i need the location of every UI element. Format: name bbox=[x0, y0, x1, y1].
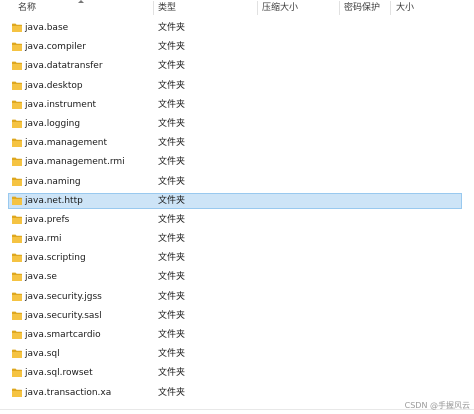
file-row[interactable]: java.rmi 文件夹 bbox=[0, 230, 474, 249]
column-header-compressed-size[interactable]: 压缩大小 bbox=[262, 0, 298, 16]
folder-icon bbox=[12, 215, 22, 224]
folder-icon bbox=[12, 100, 22, 109]
folder-icon bbox=[12, 119, 22, 128]
column-divider[interactable] bbox=[390, 1, 391, 15]
sort-arrow-icon bbox=[78, 0, 84, 3]
file-row[interactable]: java.naming 文件夹 bbox=[0, 173, 474, 192]
folder-icon bbox=[12, 157, 22, 167]
column-divider[interactable] bbox=[153, 1, 154, 15]
file-type: 文件夹 bbox=[158, 272, 186, 283]
folder-icon bbox=[12, 349, 22, 359]
file-row[interactable]: java.sql 文件夹 bbox=[0, 345, 474, 364]
file-rows: java.base 文件夹 java.compiler 文件夹 java.datatra… bbox=[0, 19, 474, 403]
file-name: java.sql.rowset bbox=[25, 368, 93, 379]
watermark: CSDN @手握风云 bbox=[404, 401, 470, 410]
folder-icon bbox=[12, 253, 22, 263]
file-name: java.desktop bbox=[25, 80, 83, 91]
file-row[interactable]: java.datatransfer 文件夹 bbox=[0, 57, 474, 76]
folder-icon bbox=[12, 42, 22, 52]
file-type: 文件夹 bbox=[158, 195, 186, 206]
file-type: 文件夹 bbox=[158, 80, 186, 91]
file-type: 文件夹 bbox=[158, 291, 186, 302]
file-row[interactable]: java.net.http 文件夹 bbox=[0, 192, 474, 211]
folder-icon bbox=[12, 196, 22, 205]
file-type: 文件夹 bbox=[158, 349, 186, 360]
file-name: java.logging bbox=[25, 118, 81, 129]
column-header-type[interactable]: 类型 bbox=[158, 0, 176, 16]
file-name: java.security.jgss bbox=[25, 291, 102, 302]
folder-icon bbox=[12, 368, 22, 378]
list-bottom-divider bbox=[0, 409, 474, 410]
column-header-bar: 名称 类型 压缩大小 密码保护 大小 bbox=[0, 0, 474, 16]
file-type: 文件夹 bbox=[158, 368, 186, 379]
column-header-size[interactable]: 大小 bbox=[396, 0, 414, 16]
file-type: 文件夹 bbox=[158, 253, 186, 264]
file-type: 文件夹 bbox=[158, 234, 186, 245]
file-list-view: 名称 类型 压缩大小 密码保护 大小 java.base 文件夹 java.comp… bbox=[0, 0, 474, 414]
file-type: 文件夹 bbox=[158, 138, 186, 149]
file-name: java.base bbox=[25, 23, 69, 33]
file-type: 文件夹 bbox=[158, 214, 186, 225]
file-row[interactable]: java.management 文件夹 bbox=[0, 134, 474, 153]
file-name: java.instrument bbox=[25, 99, 97, 110]
folder-icon bbox=[12, 388, 22, 397]
file-row[interactable]: java.smartcardio 文件夹 bbox=[0, 326, 474, 345]
file-type: 文件夹 bbox=[158, 387, 186, 398]
folder-icon bbox=[12, 23, 22, 32]
file-row[interactable]: java.security.sasl 文件夹 bbox=[0, 307, 474, 326]
file-name: java.net.http bbox=[25, 195, 83, 206]
file-row[interactable]: java.compiler 文件夹 bbox=[0, 38, 474, 57]
folder-icon bbox=[12, 330, 22, 339]
file-type: 文件夹 bbox=[158, 61, 186, 72]
file-name: java.smartcardio bbox=[25, 330, 101, 340]
file-name: java.scripting bbox=[25, 253, 86, 264]
file-type: 文件夹 bbox=[158, 42, 186, 53]
file-name: java.compiler bbox=[25, 42, 86, 53]
file-type: 文件夹 bbox=[158, 330, 186, 340]
file-name: java.management.rmi bbox=[25, 157, 125, 168]
file-name: java.transaction.xa bbox=[25, 387, 112, 398]
file-row[interactable]: java.desktop 文件夹 bbox=[0, 77, 474, 96]
file-type: 文件夹 bbox=[158, 157, 186, 168]
file-name: java.sql bbox=[25, 349, 60, 360]
column-header-name[interactable]: 名称 bbox=[18, 0, 36, 16]
file-name: java.prefs bbox=[25, 214, 70, 225]
file-row[interactable]: java.se 文件夹 bbox=[0, 268, 474, 287]
file-row[interactable]: java.prefs 文件夹 bbox=[0, 211, 474, 230]
file-row[interactable]: java.management.rmi 文件夹 bbox=[0, 153, 474, 172]
file-name: java.datatransfer bbox=[25, 61, 103, 72]
file-type: 文件夹 bbox=[158, 99, 186, 110]
column-header-password-protected[interactable]: 密码保护 bbox=[344, 0, 380, 16]
folder-icon bbox=[12, 177, 22, 186]
file-name: java.naming bbox=[25, 176, 81, 187]
file-row[interactable]: java.security.jgss 文件夹 bbox=[0, 288, 474, 307]
file-row[interactable]: java.scripting 文件夹 bbox=[0, 249, 474, 268]
file-row[interactable]: java.logging 文件夹 bbox=[0, 115, 474, 134]
folder-icon bbox=[12, 292, 22, 301]
file-name: java.se bbox=[25, 272, 57, 283]
column-divider[interactable] bbox=[339, 1, 340, 15]
folder-icon bbox=[12, 61, 22, 71]
file-name: java.management bbox=[25, 138, 108, 149]
file-name: java.security.sasl bbox=[25, 310, 102, 321]
file-type: 文件夹 bbox=[158, 23, 186, 33]
folder-icon bbox=[12, 311, 22, 320]
folder-icon bbox=[12, 138, 22, 148]
column-divider[interactable] bbox=[257, 1, 258, 15]
file-row[interactable]: java.transaction.xa 文件夹 bbox=[0, 384, 474, 403]
file-row[interactable]: java.sql.rowset 文件夹 bbox=[0, 364, 474, 383]
folder-icon bbox=[12, 234, 22, 244]
folder-icon bbox=[12, 81, 22, 90]
file-name: java.rmi bbox=[25, 234, 62, 245]
file-type: 文件夹 bbox=[158, 310, 186, 321]
file-row[interactable]: java.instrument 文件夹 bbox=[0, 96, 474, 115]
file-type: 文件夹 bbox=[158, 118, 186, 129]
file-type: 文件夹 bbox=[158, 176, 186, 187]
folder-icon bbox=[12, 273, 22, 282]
file-row[interactable]: java.base 文件夹 bbox=[0, 19, 474, 38]
